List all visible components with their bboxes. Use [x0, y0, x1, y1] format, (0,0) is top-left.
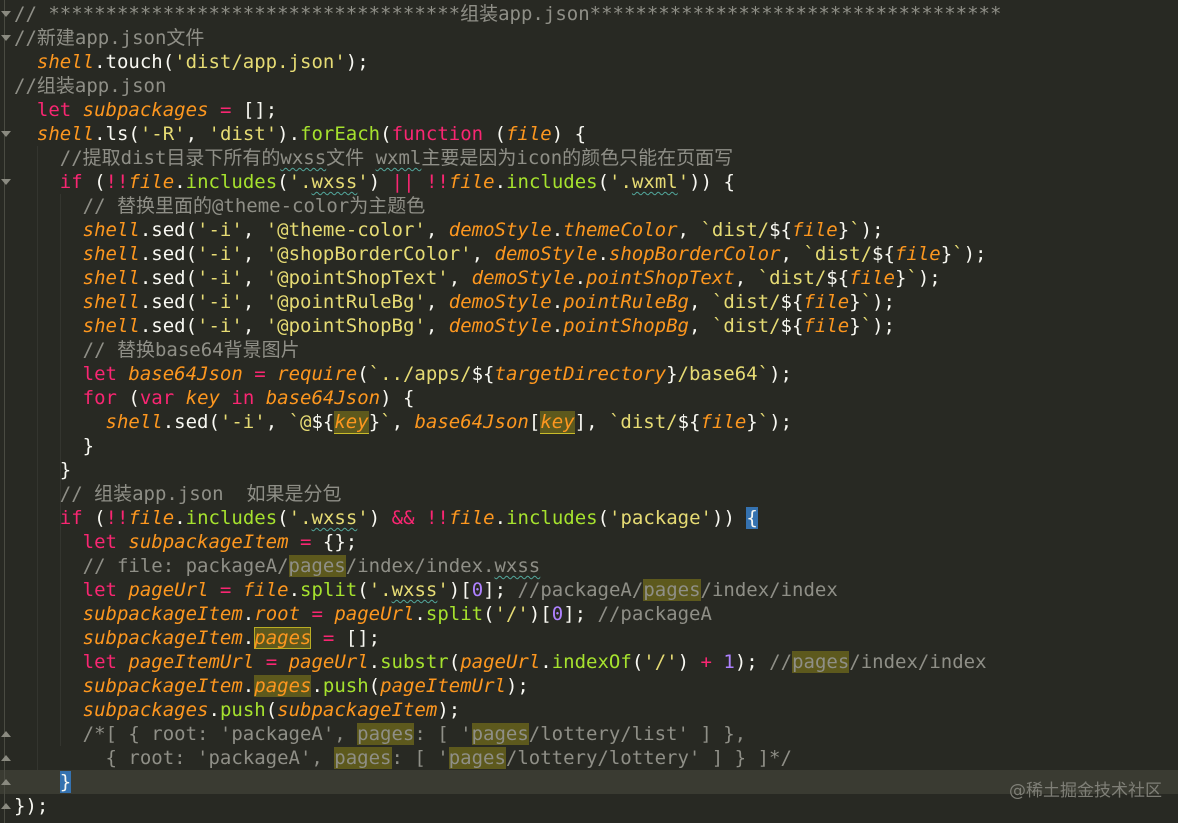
- code-line[interactable]: shell.sed('-i', `@${key}`, base64Json[ke…: [14, 410, 1178, 434]
- code-line[interactable]: //提取dist目录下所有的wxss文件 wxml主要是因为icon的颜色只能在…: [14, 146, 1178, 170]
- code-line[interactable]: // file: packageA/pages/index/index.wxss: [14, 554, 1178, 578]
- code-line[interactable]: // 组装app.json 如果是分包: [14, 482, 1178, 506]
- code-line[interactable]: shell.sed('-i', '@pointShopBg', demoStyl…: [14, 314, 1178, 338]
- fold-marker[interactable]: [1, 131, 11, 137]
- code-line[interactable]: subpackageItem.pages = [];: [14, 626, 1178, 650]
- code-line-current[interactable]: }: [0, 770, 1178, 794]
- code-line[interactable]: });: [14, 794, 1178, 818]
- code-line[interactable]: if (!!file.includes('.wxss') || !!file.i…: [14, 170, 1178, 194]
- code-line[interactable]: let subpackageItem = {};: [14, 530, 1178, 554]
- code-line[interactable]: let subpackages = [];: [14, 98, 1178, 122]
- code-line[interactable]: { root: 'packageA', pages: [ 'pages/lott…: [14, 746, 1178, 770]
- code-line[interactable]: // ************************************组…: [14, 2, 1178, 26]
- code-line[interactable]: shell.ls('-R', 'dist').forEach(function …: [14, 122, 1178, 146]
- code-line[interactable]: if (!!file.includes('.wxss') && !!file.i…: [14, 506, 1178, 530]
- code-line[interactable]: //新建app.json文件: [14, 26, 1178, 50]
- watermark: @稀土掘金技术社区: [1009, 781, 1162, 801]
- code-line[interactable]: // 替换base64背景图片: [14, 338, 1178, 362]
- code-line[interactable]: let pageUrl = file.split('.wxss')[0]; //…: [14, 578, 1178, 602]
- code-area[interactable]: // ************************************组…: [0, 2, 1178, 818]
- code-line[interactable]: }: [14, 458, 1178, 482]
- code-line[interactable]: for (var key in base64Json) {: [14, 386, 1178, 410]
- code-line[interactable]: shell.sed('-i', '@theme-color', demoStyl…: [14, 218, 1178, 242]
- code-line[interactable]: subpackageItem.root = pageUrl.split('/')…: [14, 602, 1178, 626]
- code-line[interactable]: shell.sed('-i', '@pointShopText', demoSt…: [14, 266, 1178, 290]
- fold-marker[interactable]: [1, 35, 11, 41]
- code-line[interactable]: let base64Json = require(`../apps/${targ…: [14, 362, 1178, 386]
- code-line[interactable]: }: [14, 434, 1178, 458]
- code-line[interactable]: //组装app.json: [14, 74, 1178, 98]
- fold-marker[interactable]: [1, 731, 11, 737]
- code-line[interactable]: let pageItemUrl = pageUrl.substr(pageUrl…: [14, 650, 1178, 674]
- fold-marker[interactable]: [1, 11, 11, 17]
- fold-guide-line: [4, 0, 5, 823]
- code-line[interactable]: shell.sed('-i', '@shopBorderColor', demo…: [14, 242, 1178, 266]
- fold-marker[interactable]: [1, 755, 11, 761]
- fold-marker[interactable]: [1, 179, 11, 185]
- fold-marker[interactable]: [1, 803, 11, 809]
- code-line[interactable]: shell.sed('-i', '@pointRuleBg', demoStyl…: [14, 290, 1178, 314]
- code-line[interactable]: subpackages.push(subpackageItem);: [14, 698, 1178, 722]
- code-line[interactable]: // 替换里面的@theme-color为主题色: [14, 194, 1178, 218]
- code-line[interactable]: /*[ { root: 'packageA', pages: [ 'pages/…: [14, 722, 1178, 746]
- code-line[interactable]: subpackageItem.pages.push(pageItemUrl);: [14, 674, 1178, 698]
- code-line[interactable]: shell.touch('dist/app.json');: [14, 50, 1178, 74]
- fold-gutter: [0, 0, 14, 823]
- fold-marker[interactable]: [1, 779, 11, 785]
- code-editor: // ************************************组…: [0, 0, 1178, 823]
